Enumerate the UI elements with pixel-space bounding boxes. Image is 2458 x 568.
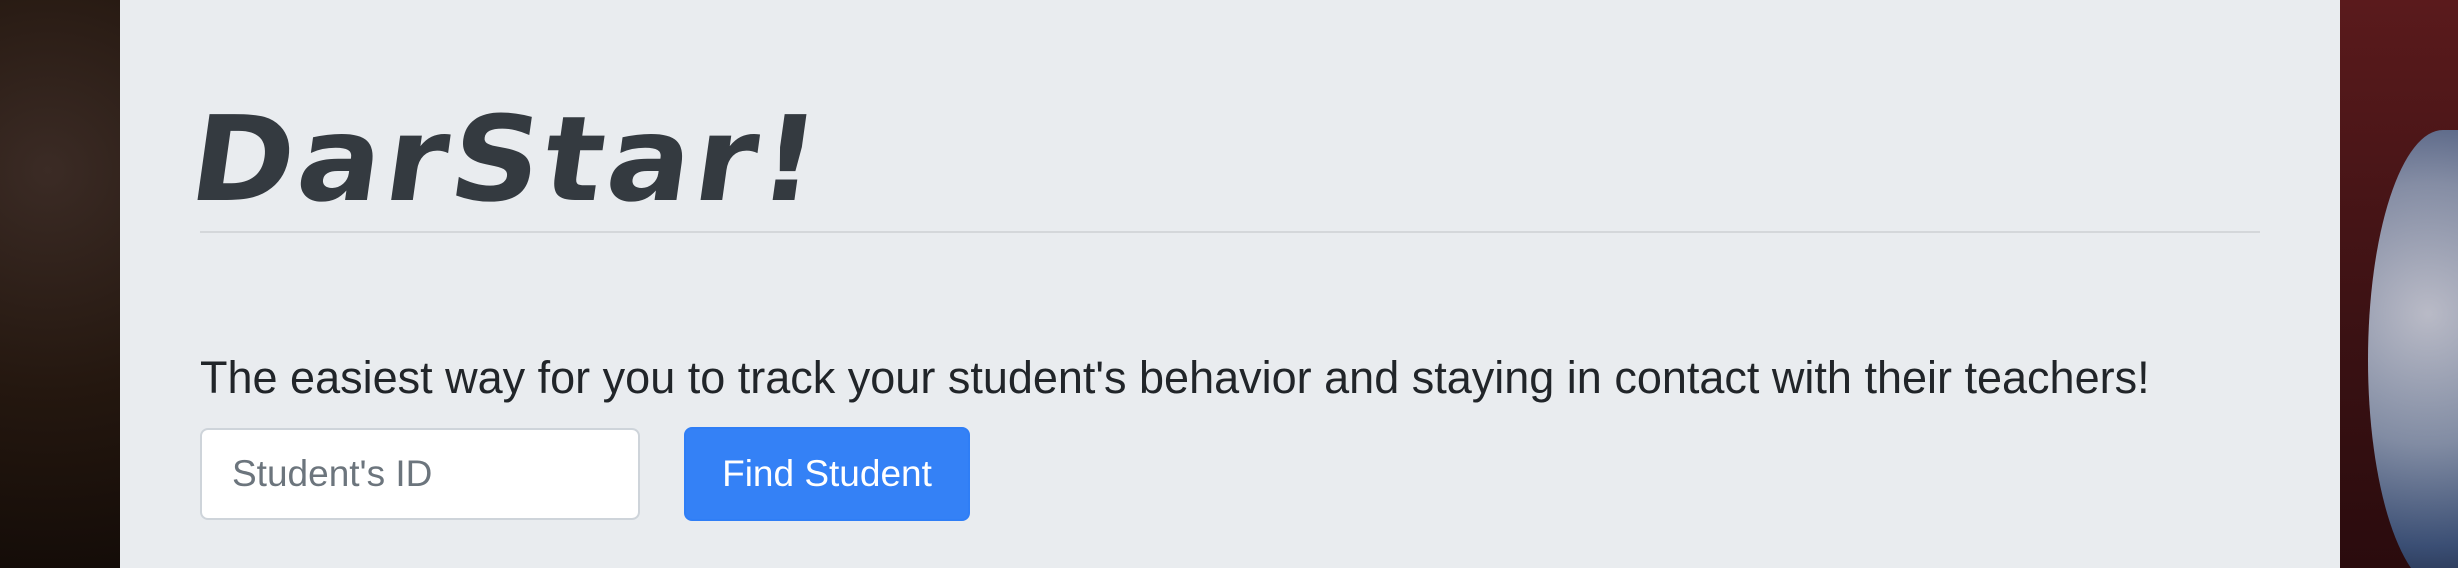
background-image-left [0,0,120,568]
student-id-input[interactable] [200,428,640,520]
lead-text: The easiest way for you to track your st… [200,352,2150,403]
background-object [2368,130,2458,568]
find-student-button[interactable]: Find Student [684,427,970,521]
brand-title: DarStar! [182,91,832,229]
background-image-right [2340,0,2458,568]
jumbotron: DarStar! The easiest way for you to trac… [120,0,2340,568]
divider [200,231,2260,233]
